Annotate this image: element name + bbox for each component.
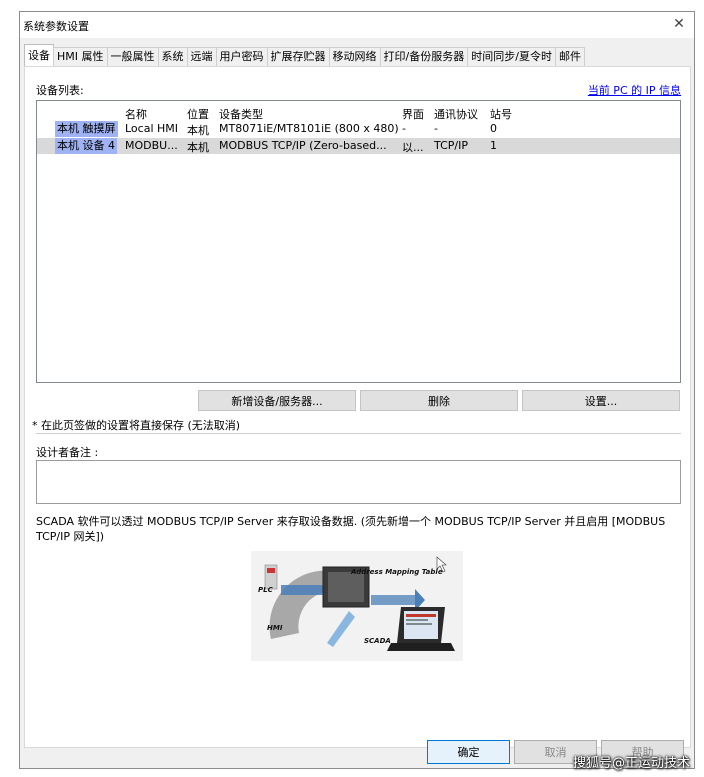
- diagram-label-address-table: Address Mapping Table: [351, 568, 443, 576]
- device-station: 0: [490, 122, 497, 135]
- watermark: 搜狐号@正运动技术: [572, 756, 690, 771]
- tab-mobile-network[interactable]: 移动网络: [328, 47, 381, 66]
- device-list-header: 名称 位置 设备类型 界面 通讯协议 站号: [37, 105, 680, 121]
- device-name: Local HMI: [125, 122, 179, 135]
- tab-devices[interactable]: 设备: [24, 44, 54, 66]
- device-type: MT8071iE/MT8101iE (800 x 480): [219, 122, 399, 135]
- designer-notes-label: 设计者备注 :: [36, 446, 99, 459]
- device-list[interactable]: 名称 位置 设备类型 界面 通讯协议 站号 本机 触摸屏 Local HMI 本…: [36, 100, 681, 383]
- close-icon[interactable]: ✕: [668, 13, 690, 35]
- device-list-label: 设备列表:: [36, 84, 84, 97]
- devices-panel: 设备列表: 当前 PC 的 IP 信息 名称 位置 设备类型 界面 通讯协议 站…: [24, 66, 691, 748]
- device-location: 本机: [187, 124, 209, 137]
- divider: [36, 433, 681, 434]
- device-tag: 本机 触摸屏: [55, 121, 118, 137]
- add-device-server-button[interactable]: 新增设备/服务器...: [198, 390, 356, 411]
- diagram-label-scada: SCADA: [364, 637, 391, 645]
- column-header-station[interactable]: 站号: [490, 106, 512, 122]
- column-header-location[interactable]: 位置: [187, 106, 209, 122]
- column-header-protocol[interactable]: 通讯协议: [434, 106, 478, 122]
- device-protocol: TCP/IP: [434, 139, 468, 152]
- column-header-device-type[interactable]: 设备类型: [219, 106, 263, 122]
- tab-remote[interactable]: 远端: [186, 47, 217, 66]
- column-header-interface[interactable]: 界面: [402, 106, 424, 122]
- scada-diagram-image: Address Mapping Table PLC HMI SCADA: [251, 551, 463, 661]
- device-name: MODBU...: [125, 139, 178, 152]
- ok-button[interactable]: 确定: [427, 740, 510, 764]
- device-interface: 以...: [402, 141, 424, 154]
- title-bar: 系统参数设置 ✕: [20, 12, 694, 38]
- diagram-label-hmi: HMI: [267, 624, 283, 632]
- current-pc-ip-link[interactable]: 当前 PC 的 IP 信息: [588, 82, 681, 98]
- device-row[interactable]: 本机 触摸屏 Local HMI 本机 MT8071iE/MT8101iE (8…: [37, 121, 680, 137]
- tab-strip: 设备 HMI 属性 一般属性 系统 远端 用户密码 扩展存贮器 移动网络 打印/…: [24, 44, 585, 67]
- column-header-name[interactable]: 名称: [125, 106, 147, 122]
- device-interface: -: [402, 122, 406, 135]
- tab-general-properties[interactable]: 一般属性: [106, 47, 159, 66]
- device-type: MODBUS TCP/IP (Zero-based...: [219, 139, 387, 152]
- tab-hmi-properties[interactable]: HMI 属性: [53, 47, 108, 66]
- tab-extended-memory[interactable]: 扩展存贮器: [266, 47, 330, 66]
- tab-print-backup-server[interactable]: 打印/备份服务器: [379, 47, 469, 66]
- save-note: * 在此页签做的设置将直接保存 (无法取消): [32, 419, 241, 432]
- device-location: 本机: [187, 141, 209, 154]
- device-row-selected[interactable]: 本机 设备 4 MODBU... 本机 MODBUS TCP/IP (Zero-…: [37, 138, 680, 154]
- device-station: 1: [490, 139, 497, 152]
- tab-user-password[interactable]: 用户密码: [215, 47, 268, 66]
- scada-description: SCADA 软件可以透过 MODBUS TCP/IP Server 来存取设备数…: [36, 515, 666, 543]
- device-tag: 本机 设备 4: [55, 138, 117, 154]
- tab-system[interactable]: 系统: [157, 47, 188, 66]
- window-title: 系统参数设置: [23, 20, 89, 33]
- diagram-label-plc: PLC: [258, 586, 273, 594]
- device-protocol: -: [434, 122, 438, 135]
- designer-notes-field[interactable]: [36, 460, 681, 504]
- tab-email[interactable]: 邮件: [554, 47, 585, 66]
- delete-button[interactable]: 删除: [360, 390, 518, 411]
- settings-button[interactable]: 设置...: [522, 390, 680, 411]
- system-parameters-dialog: 系统参数设置 ✕ 设备 HMI 属性 一般属性 系统 远端 用户密码 扩展存贮器…: [19, 11, 695, 769]
- tab-time-sync-dst[interactable]: 时间同步/夏令时: [467, 47, 556, 66]
